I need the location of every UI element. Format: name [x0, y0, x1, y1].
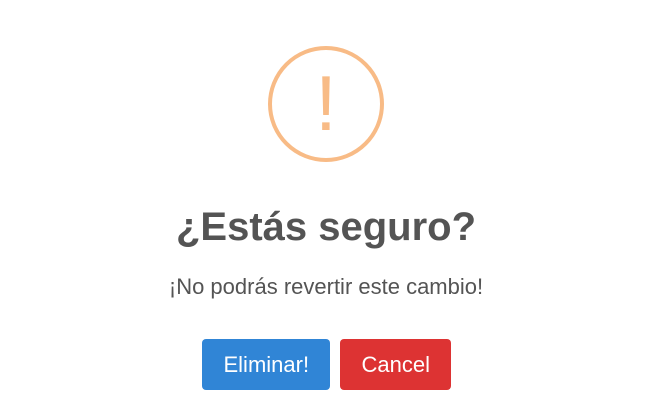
dialog-message: ¡No podrás revertir este cambio! [168, 274, 484, 299]
cancel-button[interactable]: Cancel [339, 339, 451, 390]
dialog-actions: Eliminar! Cancel [0, 339, 652, 390]
exclamation-icon: ! [315, 59, 337, 147]
warning-icon: ! [268, 46, 384, 162]
confirm-dialog: ! ¿Estás seguro? ¡No podrás revertir est… [0, 0, 652, 418]
confirm-delete-button[interactable]: Eliminar! [201, 339, 330, 390]
dialog-title: ¿Estás seguro? [175, 205, 477, 249]
